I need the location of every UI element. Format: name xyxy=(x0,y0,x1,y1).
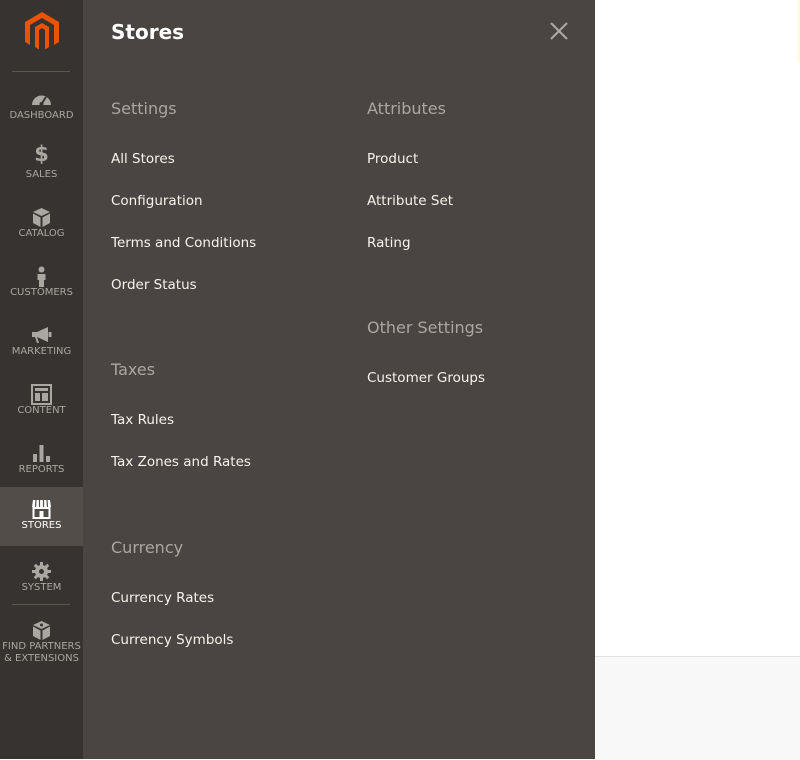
nav-divider xyxy=(12,71,70,72)
link-rating[interactable]: Rating xyxy=(367,235,411,251)
package-icon xyxy=(33,621,50,640)
nav-item-marketing[interactable]: MARKETING xyxy=(0,318,83,377)
link-product[interactable]: Product xyxy=(367,151,418,167)
nav-item-dashboard[interactable]: DASHBOARD xyxy=(0,82,83,141)
link-tax-zones-and-rates[interactable]: Tax Zones and Rates xyxy=(111,454,251,470)
stores-flyout-panel: Stores Settings All Stores Configuration… xyxy=(83,0,595,759)
nav-item-content[interactable]: CONTENT xyxy=(0,377,83,436)
section-title-taxes: Taxes xyxy=(111,360,156,379)
panel-title: Stores xyxy=(111,20,185,44)
nav-item-label: SYSTEM xyxy=(21,582,62,593)
link-terms-and-conditions[interactable]: Terms and Conditions xyxy=(111,235,256,251)
dollar-icon: $ xyxy=(34,142,49,166)
link-customer-groups[interactable]: Customer Groups xyxy=(367,370,485,386)
nav-item-label: CATALOG xyxy=(18,228,65,239)
nav-item-catalog[interactable]: CATALOG xyxy=(0,200,83,259)
nav-divider xyxy=(12,604,70,605)
bar-chart-icon xyxy=(33,445,50,462)
box-icon xyxy=(33,208,50,227)
section-title-other-settings: Other Settings xyxy=(367,318,484,337)
layout-icon xyxy=(31,384,52,405)
section-title-currency: Currency xyxy=(111,538,184,557)
section-title-settings: Settings xyxy=(111,99,177,118)
link-order-status[interactable]: Order Status xyxy=(111,277,197,293)
nav-item-sales[interactable]: $ SALES xyxy=(0,141,83,200)
nav-item-stores[interactable]: STORES xyxy=(0,487,83,546)
nav-item-find-partners[interactable]: FIND PARTNERS & EXTENSIONS xyxy=(0,613,83,679)
person-icon xyxy=(37,266,46,287)
magento-logo-icon[interactable] xyxy=(25,12,59,52)
link-all-stores[interactable]: All Stores xyxy=(111,151,175,167)
nav-item-label: STORES xyxy=(21,520,62,531)
link-attribute-set[interactable]: Attribute Set xyxy=(367,193,453,209)
main-navigation: DASHBOARD $ SALES CATALOG CUSTOMERS MARK… xyxy=(0,0,83,759)
dashboard-icon xyxy=(32,95,51,106)
nav-item-label-line2: & EXTENSIONS xyxy=(4,653,79,664)
link-currency-symbols[interactable]: Currency Symbols xyxy=(111,632,233,648)
megaphone-icon xyxy=(32,327,52,343)
storefront-icon xyxy=(32,499,51,519)
nav-item-label: CUSTOMERS xyxy=(10,287,73,298)
link-currency-rates[interactable]: Currency Rates xyxy=(111,590,214,606)
nav-item-label: CONTENT xyxy=(17,405,66,416)
close-icon[interactable] xyxy=(546,18,572,44)
nav-item-label: MARKETING xyxy=(11,346,72,357)
section-title-attributes: Attributes xyxy=(367,99,446,118)
nav-item-label: FIND PARTNERS xyxy=(2,641,81,652)
link-configuration[interactable]: Configuration xyxy=(111,193,203,209)
link-tax-rules[interactable]: Tax Rules xyxy=(111,412,174,428)
nav-item-label: DASHBOARD xyxy=(9,110,74,121)
nav-item-label: SALES xyxy=(25,169,58,180)
gear-icon xyxy=(32,562,51,581)
page-footer xyxy=(595,656,800,760)
nav-item-customers[interactable]: CUSTOMERS xyxy=(0,259,83,318)
nav-item-label: REPORTS xyxy=(18,464,65,475)
